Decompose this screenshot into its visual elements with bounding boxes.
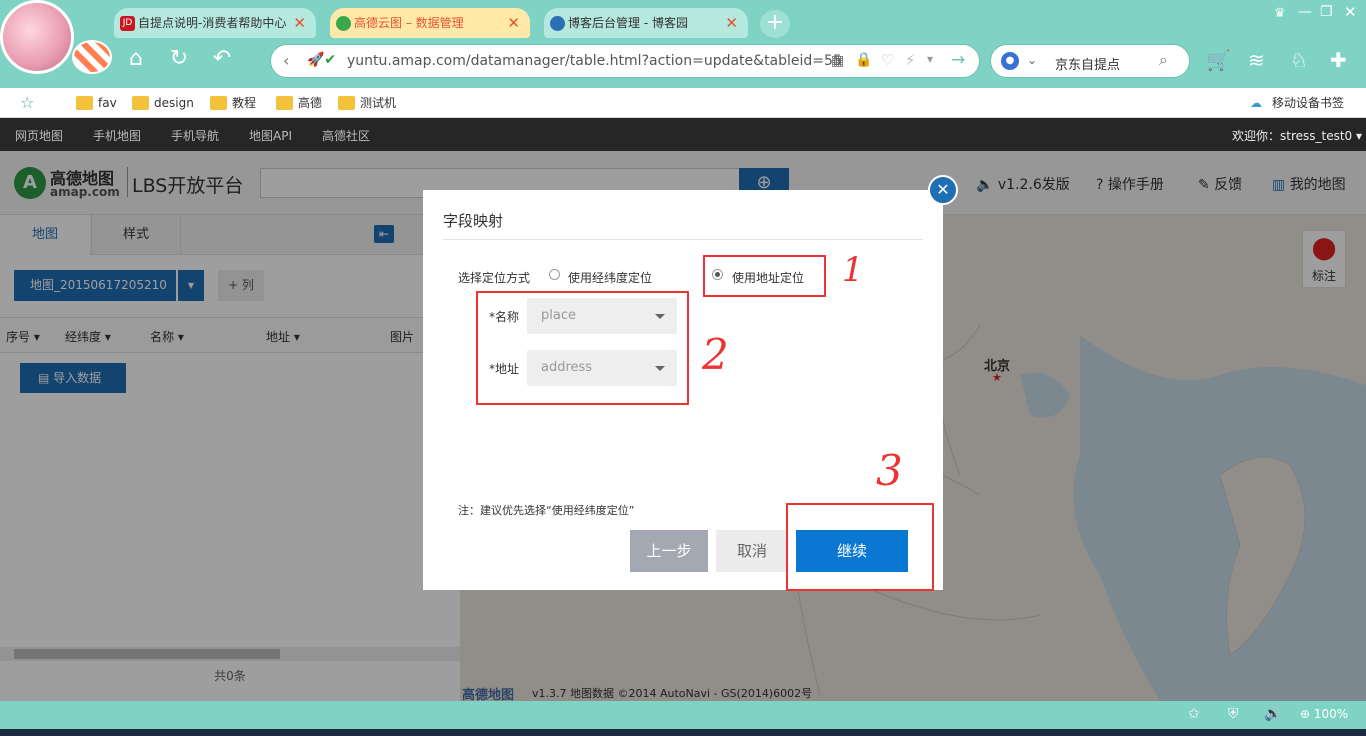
shield-icon[interactable]: ⛨ [1228, 706, 1239, 722]
browser-toolbar: JD 自提点说明-消费者帮助中心 ✕ 高德云图 – 数据管理 ✕ 博客后台管理 … [0, 0, 1366, 88]
bookmark-design[interactable]: design [132, 94, 194, 112]
star-icon[interactable]: ☆ [20, 93, 34, 112]
bookmark-amap[interactable]: 高德 [276, 94, 322, 112]
nav-community[interactable]: 高德社区 [322, 127, 370, 144]
cloud-icon: ☁ [1250, 96, 1262, 110]
jd-favicon-icon: JD [120, 16, 135, 31]
engine-dropdown-icon[interactable]: ⌄ [1027, 53, 1037, 67]
tab-title: 高德云图 – 数据管理 [354, 16, 464, 30]
tab-title: 博客后台管理 - 博客园 [568, 16, 688, 30]
cart-icon[interactable]: 🛒 [1206, 48, 1231, 72]
refresh-icon[interactable]: ↻ [165, 44, 193, 74]
chevron-down-icon [655, 366, 665, 371]
radio-address[interactable] [712, 269, 723, 280]
prev-step-button[interactable]: 上一步 [630, 530, 708, 572]
folder-icon [132, 96, 149, 110]
wifi-icon[interactable]: ≋ [1248, 48, 1265, 72]
close-icon[interactable]: ✕ [928, 175, 958, 205]
nav-web-map[interactable]: 网页地图 [15, 127, 63, 144]
cancel-button[interactable]: 取消 [716, 530, 788, 572]
search-box[interactable]: ● ⌄ 京东自提点 ⌕ [990, 44, 1190, 78]
url-text[interactable]: yuntu.amap.com/datamanager/table.html?ac… [347, 53, 842, 69]
magnifier-icon: ⊕ [1300, 707, 1311, 721]
bookmark-fav[interactable]: fav [76, 94, 117, 112]
chevron-down-icon [655, 314, 665, 319]
home-icon[interactable]: ⌂ [122, 44, 150, 74]
search-input[interactable]: 京东自提点 [1055, 54, 1120, 73]
restore-icon[interactable]: ❐ [1320, 4, 1333, 20]
tab-title: 自提点说明-消费者帮助中心 [138, 16, 287, 30]
cnblogs-favicon-icon [550, 16, 565, 31]
browser-tab-jd[interactable]: JD 自提点说明-消费者帮助中心 ✕ [114, 8, 316, 38]
annotation-number-2: 2 [702, 330, 729, 379]
apps-grid-icon[interactable]: ✚ [1330, 48, 1347, 72]
annotation-number-1: 1 [842, 250, 864, 290]
close-tab-icon[interactable]: ✕ [507, 8, 520, 38]
dialog-title: 字段映射 [443, 212, 504, 230]
robot-icon[interactable]: ♘ [1290, 48, 1308, 72]
dialog-note: 注：建议优先选择“使用经纬度定位” [458, 504, 635, 517]
browser-tab-amap[interactable]: 高德云图 – 数据管理 ✕ [330, 8, 530, 38]
volume-icon[interactable]: 🔊 [1264, 706, 1281, 722]
secure-check-icon: 🚀✔ [307, 52, 337, 68]
qr-code-icon[interactable]: ▦ [831, 53, 844, 69]
address-bar[interactable]: ‹ 🚀✔ yuntu.amap.com/datamanager/table.ht… [270, 44, 980, 78]
folder-icon [76, 96, 93, 110]
folder-icon [210, 96, 227, 110]
annotation-number-3: 3 [876, 446, 903, 495]
minimize-icon[interactable]: — [1298, 4, 1312, 20]
skin-crown-icon[interactable]: ♛ [1274, 6, 1286, 21]
candy-decoration-icon [72, 40, 112, 74]
radio-latlng[interactable] [549, 269, 560, 280]
mobile-bookmarks[interactable]: ☁ 移动设备书签 [1250, 94, 1344, 112]
avatar[interactable] [0, 0, 74, 74]
browser-tab-cnblogs[interactable]: 博客后台管理 - 博客园 ✕ [544, 8, 748, 38]
nav-mobile-nav[interactable]: 手机导航 [171, 127, 219, 144]
site-top-nav: 网页地图 手机地图 手机导航 地图API 高德社区 欢迎你：stress_tes… [0, 118, 1366, 151]
undo-icon[interactable]: ↶ [208, 44, 236, 74]
amap-favicon-icon [336, 16, 351, 31]
name-field-label: *名称 [489, 310, 520, 324]
option-latlng-label[interactable]: 使用经纬度定位 [568, 269, 652, 286]
zoom-level[interactable]: ⊕ 100% [1300, 707, 1348, 721]
name-field-select[interactable]: place [527, 298, 677, 334]
dropdown-arrow-icon[interactable]: ▾ [927, 52, 933, 66]
address-field-label: *地址 [489, 362, 520, 376]
search-icon[interactable]: ⌕ [1159, 50, 1168, 70]
option-address-label[interactable]: 使用地址定位 [732, 269, 804, 286]
nav-mobile-map[interactable]: 手机地图 [93, 127, 141, 144]
folder-icon [338, 96, 355, 110]
browser-status-bar: ✩ ⛨ 🔊 ⊕ 100% [0, 701, 1366, 729]
window-close-icon[interactable]: ✕ [1344, 3, 1357, 21]
close-tab-icon[interactable]: ✕ [725, 8, 738, 38]
new-tab-button[interactable]: + [760, 10, 790, 38]
folder-icon [276, 96, 293, 110]
nav-map-api[interactable]: 地图API [249, 127, 292, 144]
continue-button[interactable]: 继续 [796, 530, 908, 572]
favorite-heart-icon[interactable]: ♡ [881, 51, 894, 69]
os-taskbar [0, 729, 1366, 736]
bookmark-tutorial[interactable]: 教程 [210, 94, 256, 112]
dialog-divider [443, 239, 923, 240]
baidu-paw-icon[interactable]: ● [1001, 52, 1019, 70]
bookmarks-bar: ☆ fav design 教程 高德 测试机 ☁ 移动设备书签 [0, 88, 1366, 118]
bookmark-test-device[interactable]: 测试机 [338, 94, 396, 112]
field-mapping-dialog: 字段映射 选择定位方式 使用经纬度定位 使用地址定位 *名称 place *地址… [423, 190, 943, 590]
welcome-user[interactable]: 欢迎你：stress_test0 ▾ [1232, 127, 1362, 144]
locate-method-label: 选择定位方式 [458, 271, 531, 285]
back-arrow-icon[interactable]: ‹ [283, 51, 289, 70]
chevron-down-icon: ▾ [1356, 129, 1363, 143]
go-arrow-icon[interactable]: → [951, 50, 965, 70]
star-outline-icon[interactable]: ✩ [1188, 706, 1200, 722]
lightning-icon[interactable]: ⚡ [905, 51, 916, 69]
close-tab-icon[interactable]: ✕ [293, 8, 306, 38]
lock-icon: 🔒 [855, 52, 873, 68]
address-field-select[interactable]: address [527, 350, 677, 386]
